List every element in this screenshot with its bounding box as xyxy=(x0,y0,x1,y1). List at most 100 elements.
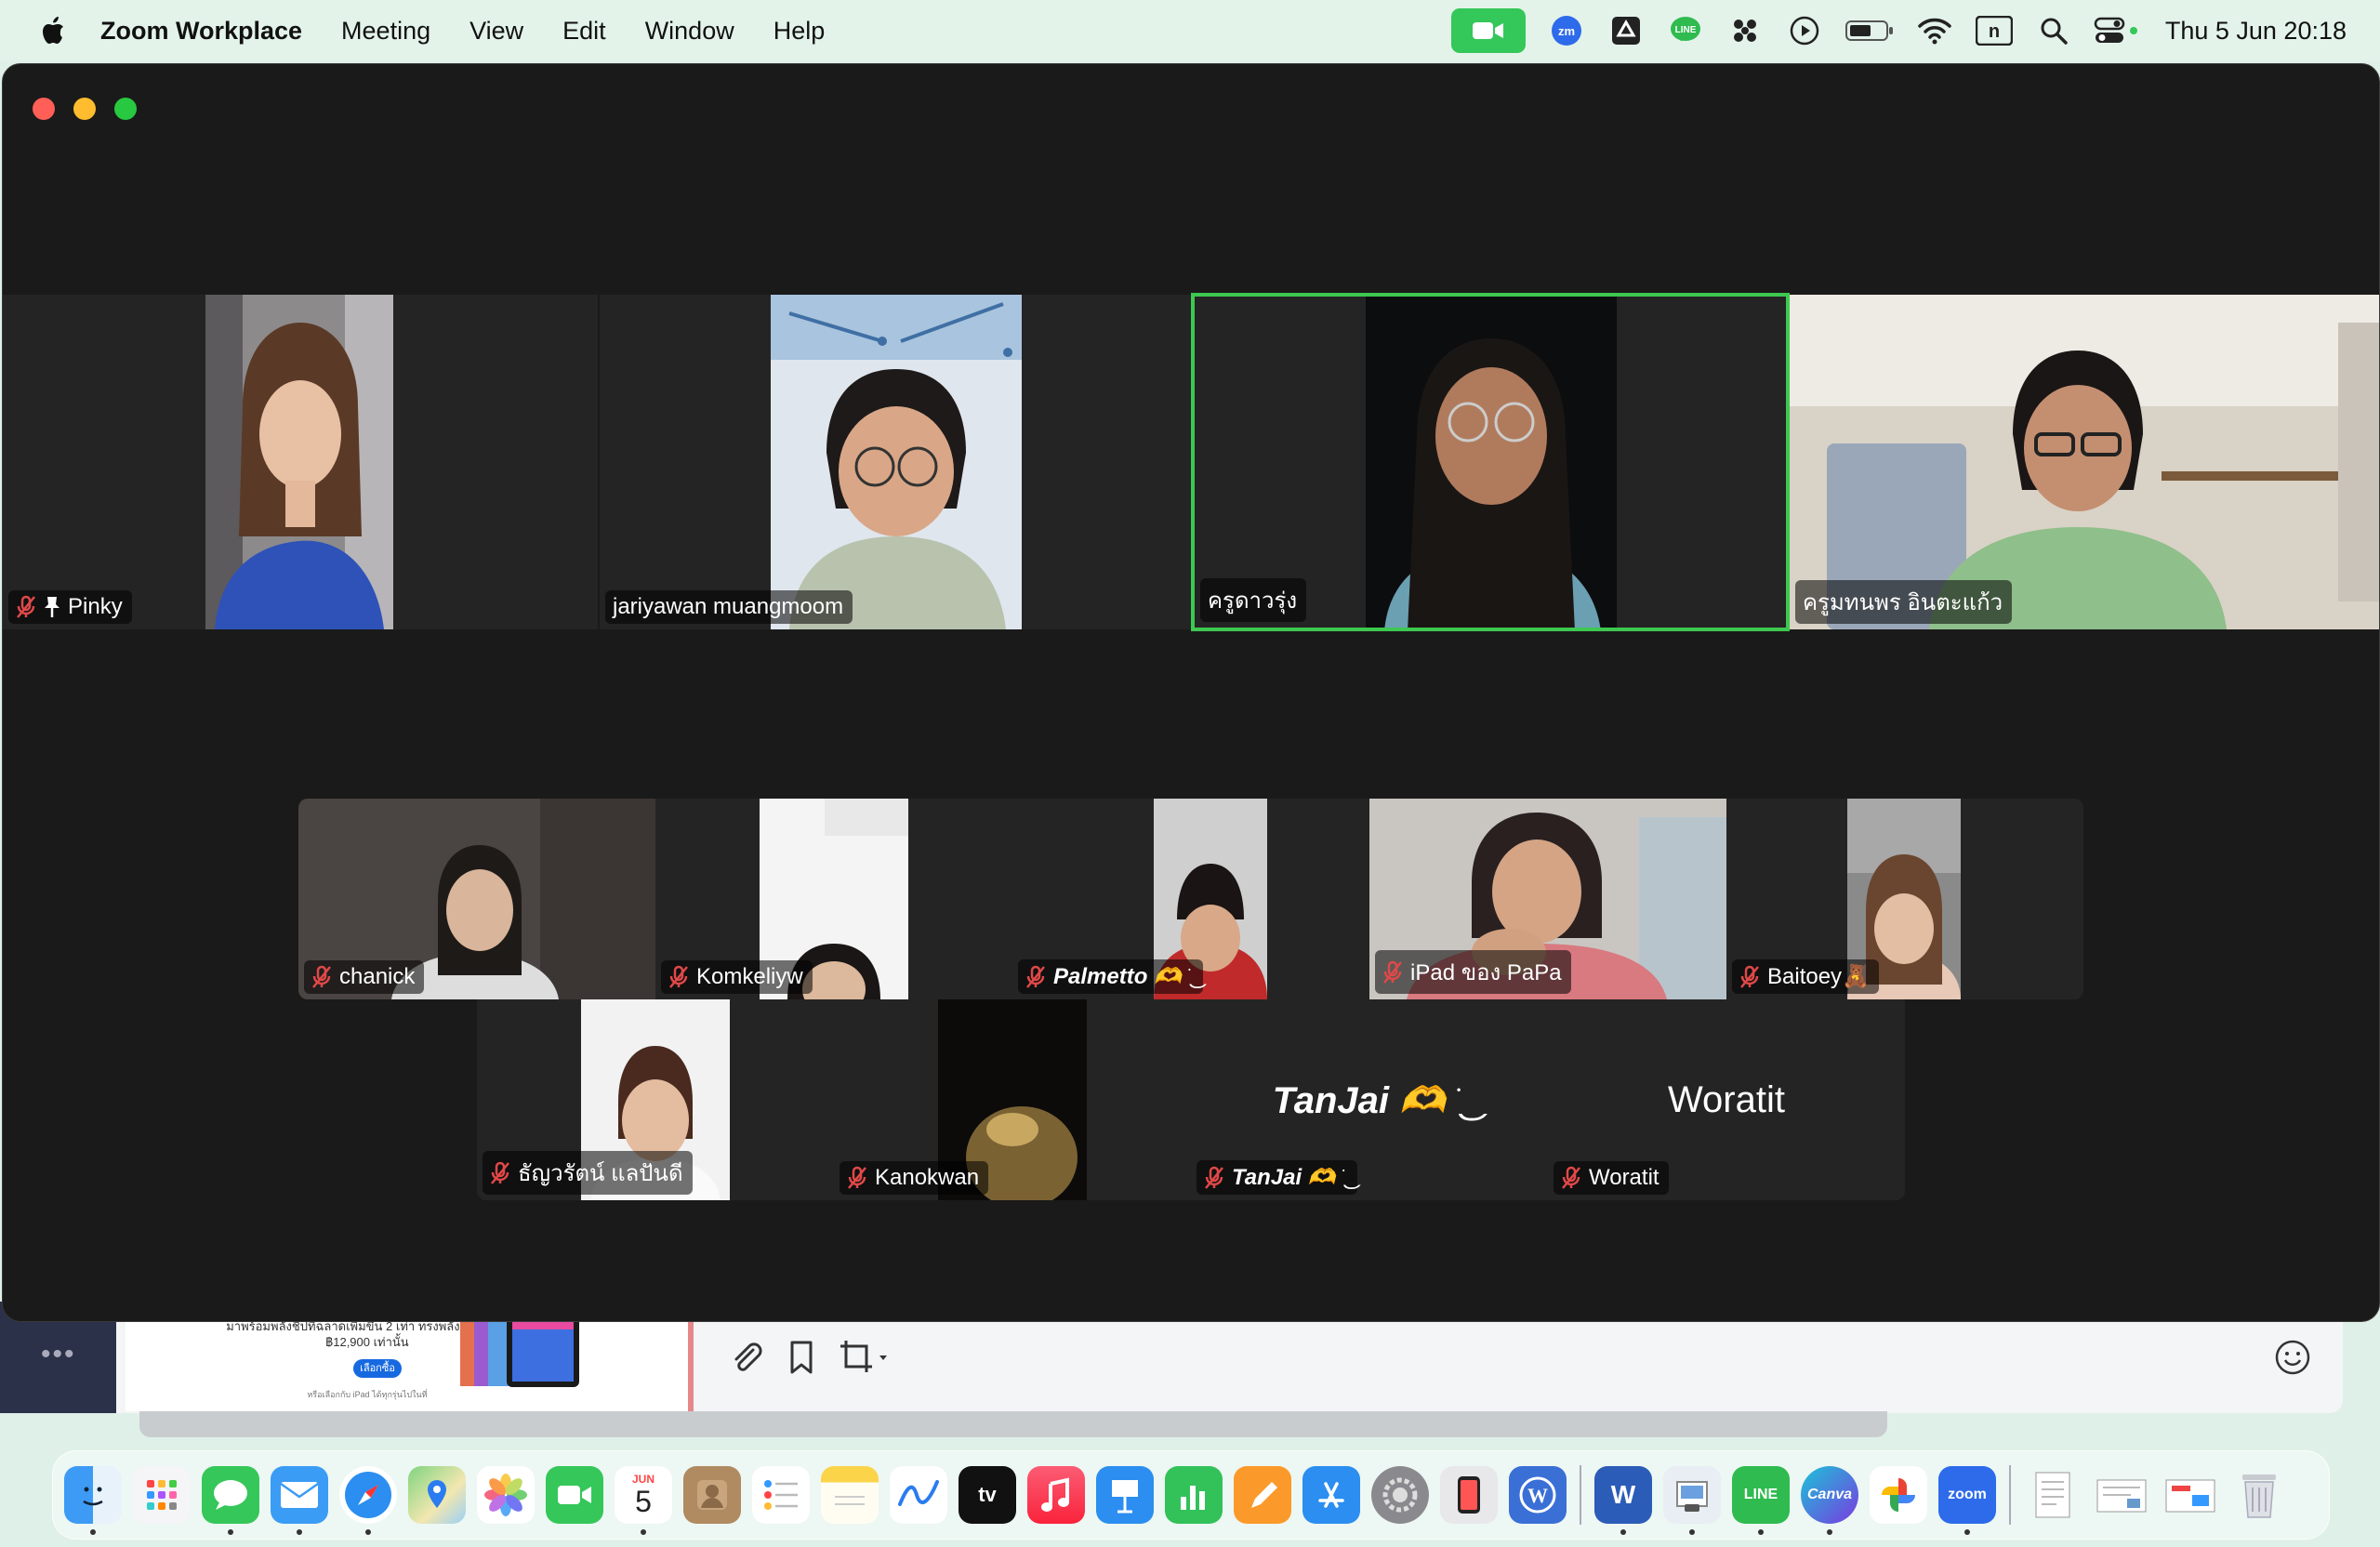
app-store-icon[interactable] xyxy=(1302,1466,1360,1524)
apple-menu-icon[interactable] xyxy=(35,12,73,49)
participant-tile-teacher-2[interactable]: ครูมทนพร อินตะแก้ว xyxy=(1790,295,2379,629)
menu-bar-clock[interactable]: Thu 5 Jun 20:18 xyxy=(2165,17,2347,46)
facetime-camera-icon[interactable] xyxy=(1450,8,1526,53)
pin-icon xyxy=(45,597,60,617)
participant-tile-baitoey[interactable]: Baitoey🧸 xyxy=(1726,799,2083,999)
iphone-mirroring-icon[interactable] xyxy=(1440,1466,1498,1524)
launchpad-icon[interactable] xyxy=(133,1466,191,1524)
google-photos-icon[interactable] xyxy=(1870,1466,1927,1524)
line-icon[interactable]: LINE xyxy=(1665,10,1706,51)
participant-label: Woratit xyxy=(1554,1161,1669,1195)
document-icon-3[interactable] xyxy=(2162,1466,2219,1524)
participant-name: TanJai 🫶 ͘ ͜ xyxy=(1232,1165,1349,1190)
menu-view[interactable]: View xyxy=(469,17,523,46)
participant-tile-komkeliyw[interactable]: Komkeliyw xyxy=(655,799,1012,999)
apple-tv-label: tv xyxy=(978,1483,997,1506)
participant-tile-chanick[interactable]: chanick xyxy=(298,799,655,999)
crop-icon[interactable] xyxy=(837,1337,896,1378)
participant-label: Pinky xyxy=(8,590,132,624)
pages-icon[interactable] xyxy=(1234,1466,1291,1524)
canva-icon[interactable]: Canva xyxy=(1801,1466,1858,1535)
background-shelf xyxy=(139,1411,1887,1437)
participant-label: iPad ของ PaPa xyxy=(1375,950,1571,994)
messages-icon[interactable] xyxy=(202,1466,259,1535)
svg-text:zm: zm xyxy=(1558,24,1575,38)
reminders-icon[interactable] xyxy=(752,1466,810,1524)
calendar-month: JUN xyxy=(631,1473,654,1486)
muted-mic-icon xyxy=(312,965,331,988)
mail-icon[interactable] xyxy=(271,1466,328,1535)
dropbox-icon[interactable] xyxy=(1725,10,1765,51)
notes-icon[interactable] xyxy=(821,1466,879,1524)
numbers-icon[interactable] xyxy=(1165,1466,1223,1524)
control-center-icon[interactable] xyxy=(2093,10,2141,51)
battery-icon xyxy=(1844,10,1896,51)
more-icon[interactable]: ••• xyxy=(41,1339,76,1370)
wordpress-icon[interactable]: W xyxy=(1509,1466,1567,1524)
zoom-label: zoom xyxy=(1948,1487,1987,1502)
svg-text:W: W xyxy=(1527,1484,1548,1507)
line-app-icon[interactable]: LINE xyxy=(1732,1466,1790,1535)
photos-icon[interactable] xyxy=(477,1466,535,1524)
dock-separator xyxy=(2009,1465,2011,1525)
muted-mic-icon xyxy=(491,1161,509,1184)
participant-tile-active-speaker[interactable]: ครูดาวรุ่ง xyxy=(1191,293,1790,631)
line-label: LINE xyxy=(1743,1487,1778,1502)
safari-icon[interactable] xyxy=(339,1466,397,1535)
apple-tv-icon[interactable]: tv xyxy=(959,1466,1016,1524)
participant-label: ครูดาวรุ่ง xyxy=(1200,578,1307,622)
emoji-icon[interactable] xyxy=(2272,1337,2313,1378)
participant-name: Palmetto 🫶 ͘ ͜ xyxy=(1053,964,1195,989)
zoom-icon[interactable]: zm xyxy=(1546,10,1587,51)
close-window-button[interactable] xyxy=(33,98,55,120)
app-name-menu[interactable]: Zoom Workplace xyxy=(100,17,302,46)
participant-tile-pinky[interactable]: Pinky xyxy=(3,295,598,629)
participant-name: ครูดาวรุ่ง xyxy=(1208,588,1298,614)
document-icon[interactable] xyxy=(2024,1466,2082,1524)
participant-tile-kanokwan[interactable]: Kanokwan xyxy=(834,999,1191,1200)
freeform-icon[interactable] xyxy=(890,1466,947,1524)
participant-row-2: chanick Komkeliyw Palmetto 🫶 ͘ ͜ iPad ขอ… xyxy=(298,799,2083,999)
trash-icon[interactable] xyxy=(2230,1466,2288,1524)
muted-mic-icon xyxy=(1383,960,1402,984)
music-icon[interactable] xyxy=(1027,1466,1085,1524)
participant-tile-jariyawan[interactable]: jariyawan muangmoom xyxy=(600,295,1191,629)
drive-icon[interactable] xyxy=(1606,10,1646,51)
finder-icon[interactable] xyxy=(64,1466,122,1535)
keynote-icon[interactable] xyxy=(1096,1466,1154,1524)
search-icon[interactable] xyxy=(2033,10,2074,51)
participant-tile-palmetto[interactable]: Palmetto 🫶 ͘ ͜ xyxy=(1012,799,1369,999)
participant-label: Palmetto 🫶 ͘ ͜ xyxy=(1018,959,1204,994)
muted-mic-icon xyxy=(1026,965,1045,988)
wifi-icon[interactable] xyxy=(1914,10,1955,51)
n-icon[interactable]: n xyxy=(1974,10,2015,51)
menu-edit[interactable]: Edit xyxy=(562,17,606,46)
menu-help[interactable]: Help xyxy=(774,17,826,46)
participant-tile-ipad-papa[interactable]: iPad ของ PaPa xyxy=(1369,799,1726,999)
bookmark-icon[interactable] xyxy=(781,1337,822,1378)
minimize-window-button[interactable] xyxy=(73,98,96,120)
document-icon-2[interactable] xyxy=(2093,1466,2150,1524)
facetime-icon[interactable] xyxy=(546,1466,603,1524)
participant-tile-woratit[interactable]: Woratit Woratit xyxy=(1548,999,1905,1200)
play-icon[interactable] xyxy=(1784,10,1825,51)
calendar-icon[interactable]: JUN 5 xyxy=(615,1466,672,1535)
system-settings-icon[interactable] xyxy=(1371,1466,1429,1524)
word-label: W xyxy=(1610,1480,1636,1509)
preview-icon[interactable] xyxy=(1663,1466,1721,1535)
participant-tile-thanyarat[interactable]: ธัญวรัตน์ แลปันดี xyxy=(477,999,834,1200)
participant-tile-tanjai[interactable]: TanJai 🫶 ͘ ͜ TanJai 🫶 ͘ ͜ xyxy=(1191,999,1548,1200)
canva-label: Canva xyxy=(1806,1487,1853,1502)
promo-buy-button[interactable]: เลือกซื้อ xyxy=(353,1359,402,1378)
maps-icon[interactable] xyxy=(408,1466,466,1524)
participant-label: Kanokwan xyxy=(840,1161,989,1195)
participant-video xyxy=(205,295,393,629)
menu-window[interactable]: Window xyxy=(645,17,734,46)
contacts-icon[interactable] xyxy=(683,1466,741,1524)
menu-meeting[interactable]: Meeting xyxy=(341,17,430,46)
attachment-icon[interactable] xyxy=(725,1337,766,1378)
participant-name: Woratit xyxy=(1589,1165,1659,1190)
word-icon[interactable]: W xyxy=(1594,1466,1652,1535)
zoom-app-icon[interactable]: zoom xyxy=(1938,1466,1996,1535)
zoom-window-button[interactable] xyxy=(114,98,137,120)
